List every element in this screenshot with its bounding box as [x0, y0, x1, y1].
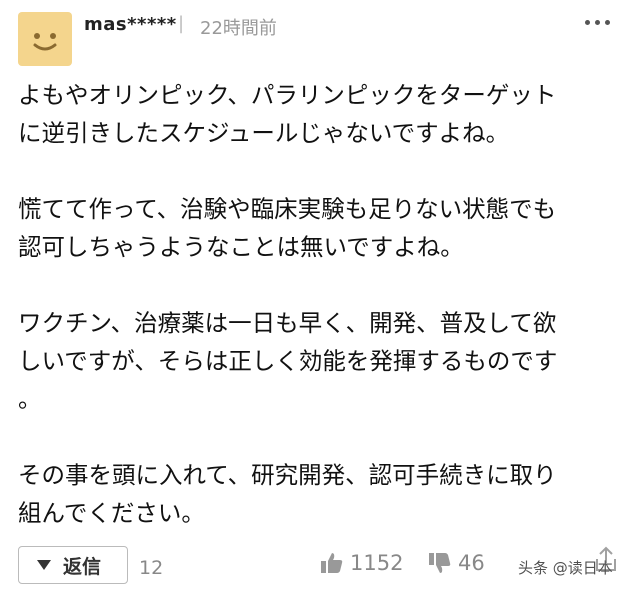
smiley-face-icon — [33, 33, 57, 51]
username[interactable]: mas***** — [84, 14, 177, 35]
post-timestamp: 22時間前 — [200, 18, 277, 39]
more-dot — [605, 20, 610, 25]
more-horizontal-icon[interactable] — [585, 20, 610, 25]
reply-button-label: 返信 — [63, 555, 102, 578]
reply-count: 12 — [139, 557, 164, 579]
header-separator: | — [178, 13, 185, 34]
thumbs-down-icon — [429, 553, 451, 573]
thumbs-up-icon — [321, 553, 343, 573]
share-icon[interactable] — [592, 545, 620, 577]
reply-button[interactable]: 返信 — [18, 546, 128, 584]
dislike-button[interactable]: 46 — [428, 551, 485, 575]
comment-paragraph: その事を頭に入れて、研究開発、認可手続きに取り 組んでください。 — [18, 461, 557, 527]
comment-body: よもやオリンピック、パラリンピックをターゲット に逆引きしたスケジュールじゃない… — [18, 76, 628, 532]
more-dot — [585, 20, 590, 25]
avatar — [18, 12, 72, 66]
like-count: 1152 — [350, 551, 404, 575]
comment-paragraph: 慌てて作って、治験や臨床実験も足りない状態でも 認可しちゃうようなことは無いです… — [18, 195, 557, 261]
comment-paragraph: よもやオリンピック、パラリンピックをターゲット に逆引きしたスケジュールじゃない… — [18, 81, 557, 147]
dislike-count: 46 — [458, 551, 485, 575]
more-dot — [595, 20, 600, 25]
comment-paragraph: ワクチン、治療薬は一日も早く、開発、普及して欲 しいですが、そらは正しく効能を発… — [18, 309, 558, 413]
like-button[interactable]: 1152 — [320, 551, 403, 575]
caret-down-icon — [37, 560, 51, 570]
